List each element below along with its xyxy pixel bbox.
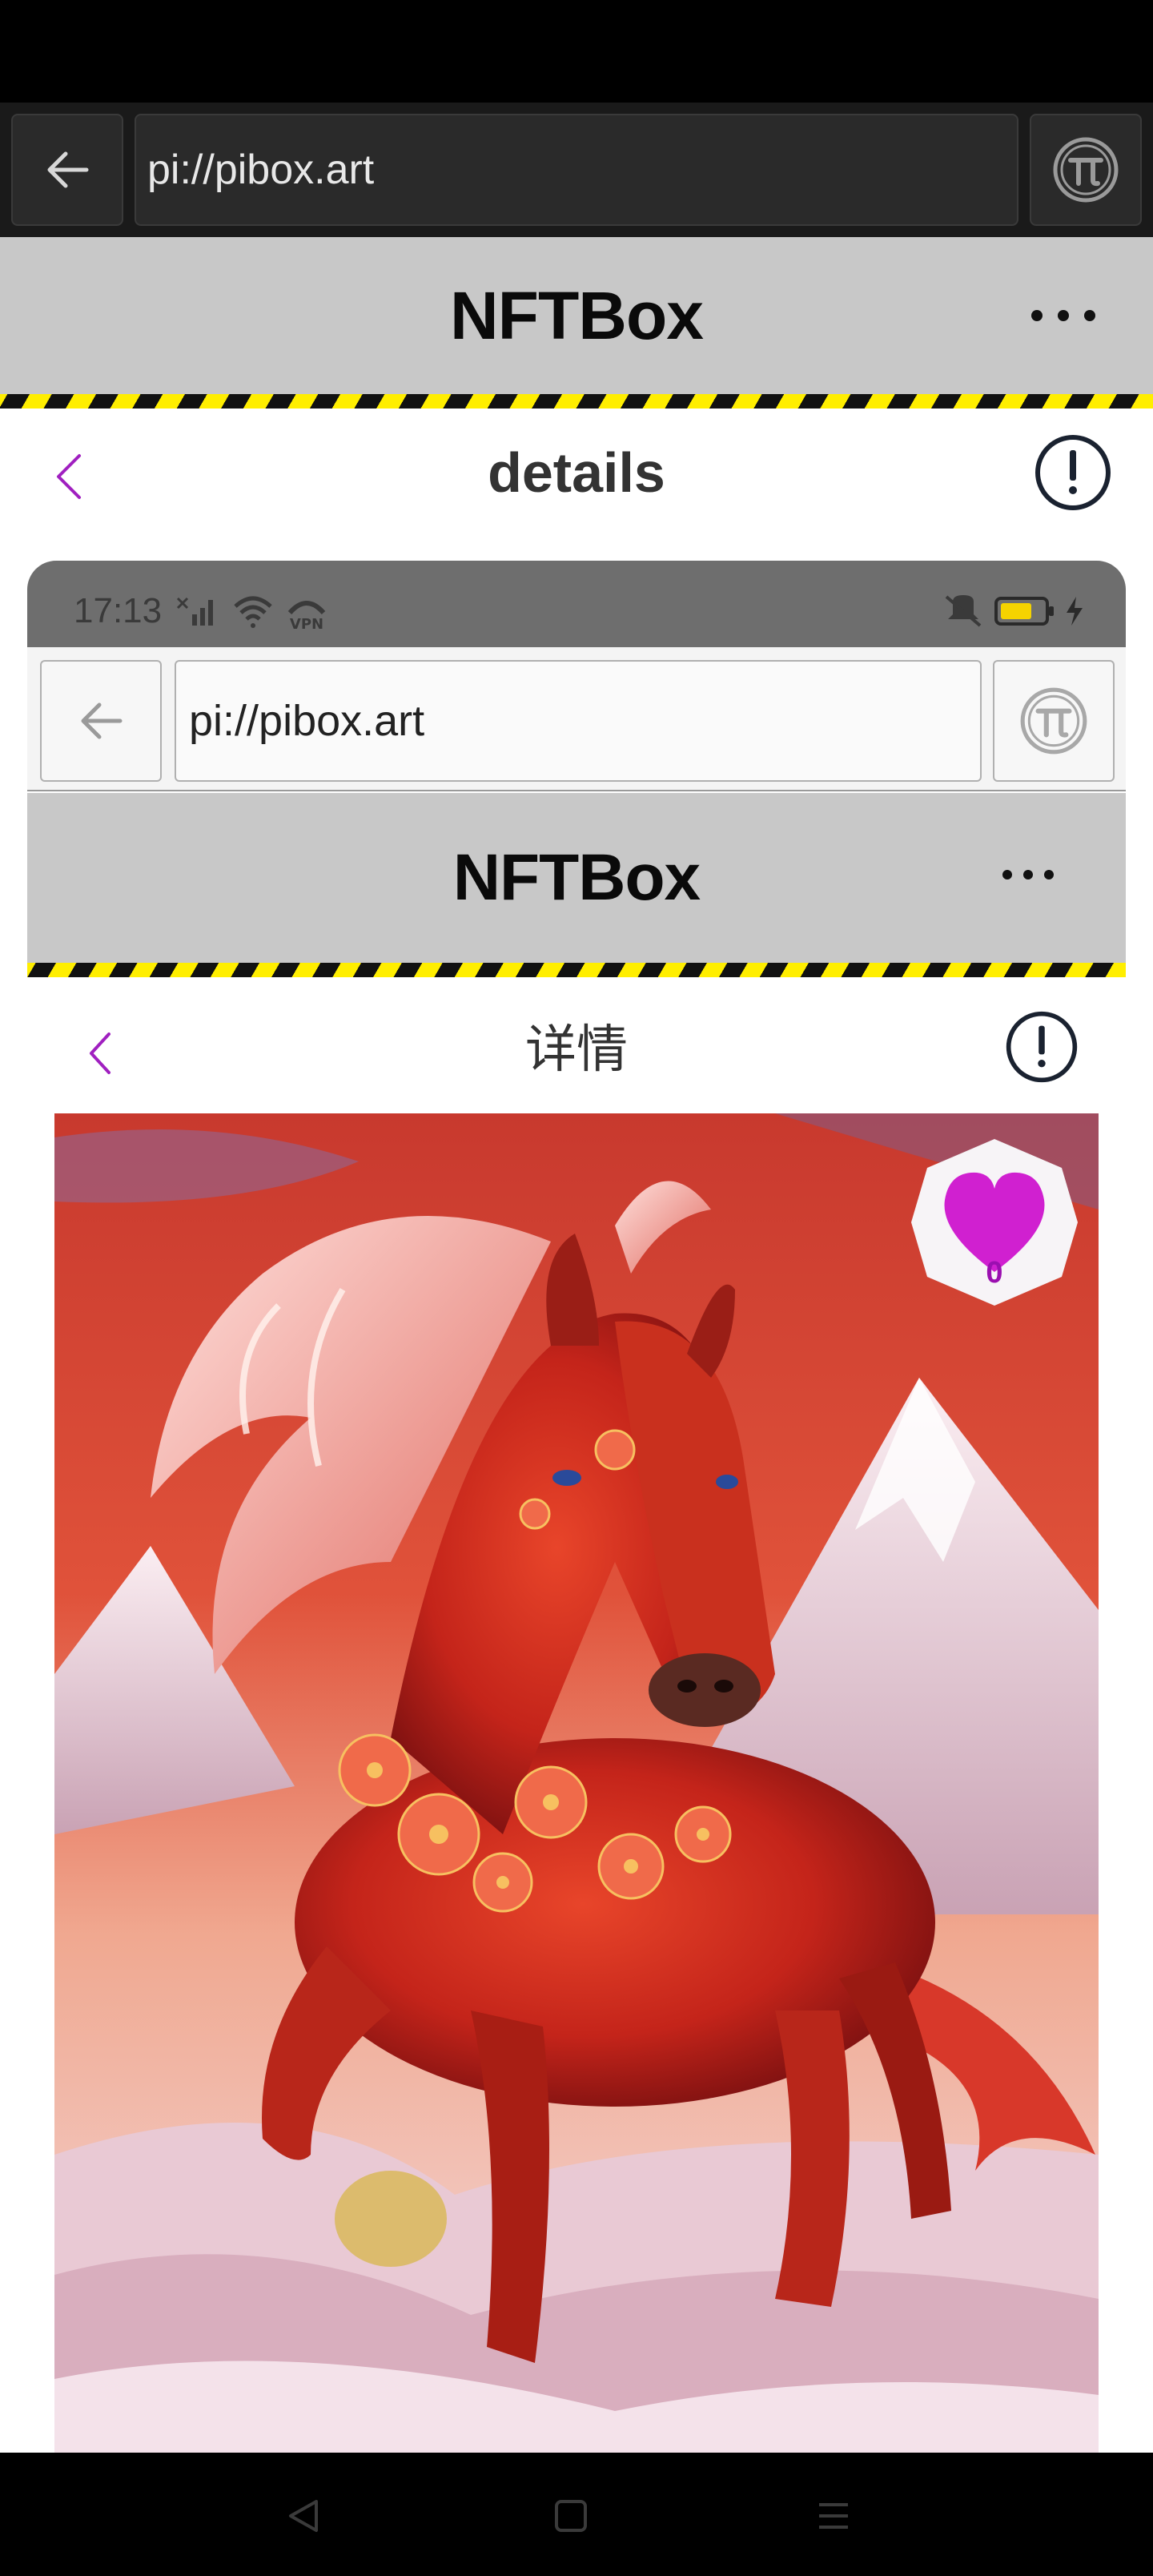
mute-vibrate-icon (945, 595, 982, 627)
page-title: details (488, 441, 665, 504)
vpn-icon: VPN (287, 601, 326, 630)
status-time: 17:13 (74, 591, 163, 630)
arrow-left-icon (47, 151, 89, 188)
system-nav-bar (0, 2453, 1153, 2576)
system-back-button[interactable] (275, 2488, 331, 2544)
screenshot-page-nav: 详情 (27, 977, 1126, 1113)
screenshot-app-header: NFTBox (27, 793, 1126, 963)
more-horizontal-icon (1002, 870, 1012, 879)
exclamation-circle-icon (1006, 1011, 1078, 1083)
browser-url-field[interactable]: pi://pibox.art (135, 114, 1018, 226)
signal-off-icon (176, 597, 213, 626)
screenshot-url-field: pi://pibox.art (175, 660, 982, 782)
nft-artwork-image[interactable]: 0 (54, 1113, 1099, 2453)
screenshot-back-button (40, 660, 162, 782)
screenshot-url-text: pi://pibox.art (189, 697, 425, 745)
hazard-stripe-divider (0, 394, 1153, 409)
screenshot-more-menu (1002, 859, 1054, 891)
screenshot-pi-button (993, 660, 1115, 782)
triangle-back-icon (289, 2500, 318, 2532)
wifi-icon (234, 596, 272, 628)
pi-browser-button[interactable] (1030, 114, 1142, 226)
red-horse-painting (54, 1113, 1099, 2453)
menu-lines-icon (819, 2503, 848, 2529)
battery-icon (994, 597, 1054, 626)
system-recents-button[interactable] (805, 2488, 862, 2544)
browser-back-button[interactable] (11, 114, 123, 226)
exclamation-circle-icon[interactable] (1033, 433, 1113, 513)
more-menu-button[interactable] (1031, 295, 1095, 336)
pi-logo-icon (1053, 137, 1119, 203)
browser-url-text: pi://pibox.art (147, 147, 375, 193)
screenshot-status-bar: 17:13 VPN (27, 561, 1126, 647)
square-home-icon (555, 2500, 587, 2532)
artwork-screenshot: 17:13 VPN pi://pibox.art NFTBox 详情 0 (27, 561, 1126, 2453)
status-bar-area (0, 0, 1153, 103)
screenshot-hazard-stripe (27, 963, 1126, 977)
screenshot-page-title: 详情 (525, 1020, 628, 1078)
browser-toolbar: pi://pibox.art (0, 103, 1153, 237)
system-home-button[interactable] (543, 2488, 599, 2544)
page-nav-bar: details (0, 409, 1153, 537)
charging-icon (1067, 597, 1083, 626)
screenshot-browser-toolbar: pi://pibox.art (27, 647, 1126, 791)
svg-text:VPN: VPN (290, 616, 323, 630)
app-title: NFTBox (450, 277, 704, 353)
details-page: details 17:13 VPN pi://pibox.art NFTBox … (0, 409, 1153, 2453)
like-count: 0 (986, 1256, 1003, 1290)
arrow-left-icon (81, 702, 123, 739)
pi-logo-icon (1020, 687, 1087, 755)
more-horizontal-icon (1031, 310, 1043, 321)
screenshot-app-title: NFTBox (452, 841, 701, 914)
app-header: NFTBox (0, 237, 1153, 394)
like-button[interactable]: 0 (908, 1136, 1081, 1309)
